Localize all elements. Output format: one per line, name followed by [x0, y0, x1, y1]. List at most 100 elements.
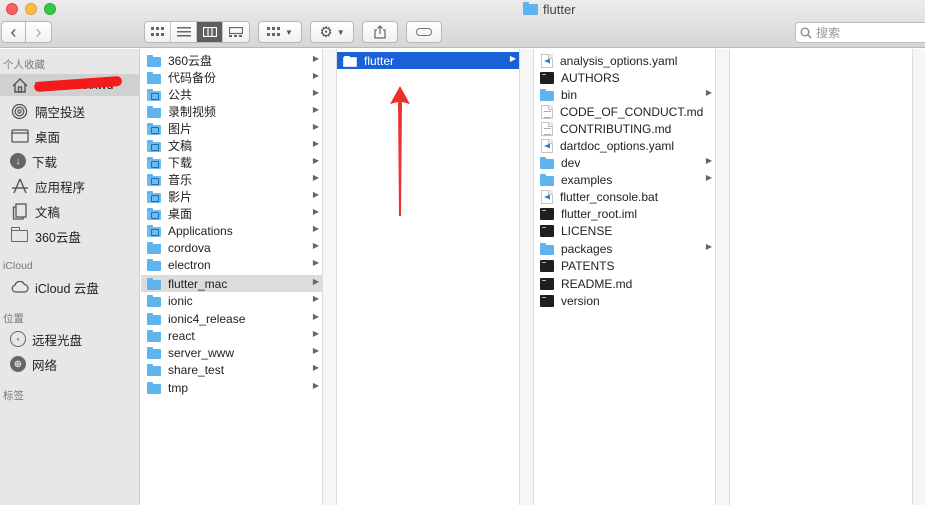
action-menu-button[interactable]: ⚙ ▼: [310, 21, 354, 43]
folder-icon: [147, 71, 161, 84]
disclosure-arrow-icon: ▶: [312, 88, 319, 97]
list-item[interactable]: server_www ▶: [141, 344, 322, 361]
column-divider[interactable]: [913, 49, 925, 505]
sidebar-item-desktop[interactable]: 桌面: [10, 125, 138, 147]
list-item[interactable]: CODE_OF_CONDUCT.md: [534, 103, 715, 120]
home-icon: [10, 77, 29, 93]
forward-button[interactable]: ›: [25, 21, 52, 43]
list-item[interactable]: analysis_options.yaml: [534, 52, 715, 69]
list-item[interactable]: tmp ▶: [141, 379, 322, 396]
search-field[interactable]: [795, 22, 925, 43]
list-item[interactable]: dartdoc_options.yaml: [534, 137, 715, 154]
folder-icon: [147, 173, 161, 186]
list-item[interactable]: 下载 ▶: [141, 154, 322, 171]
disclosure-arrow-icon: ▶: [312, 105, 319, 114]
list-item[interactable]: react ▶: [141, 327, 322, 344]
disclosure-arrow-icon: ▶: [705, 242, 712, 251]
list-item[interactable]: electron ▶: [141, 256, 322, 273]
sidebar-item-network[interactable]: ⊕ 网络: [10, 353, 138, 375]
document-icon: [10, 202, 29, 220]
disclosure-arrow-icon: ▶: [312, 277, 319, 286]
list-view-button[interactable]: [171, 22, 197, 42]
list-item-selected[interactable]: flutter_mac ▶: [141, 275, 322, 292]
sidebar-item-label: 下载: [32, 155, 58, 170]
list-item[interactable]: 公共 ▶: [141, 86, 322, 103]
vscode-file-icon: [541, 189, 553, 204]
list-item[interactable]: PATENTS: [534, 257, 715, 274]
grid-icon: [150, 27, 164, 36]
minimize-window-button[interactable]: [25, 3, 37, 15]
list-item[interactable]: 360云盘 ▶: [141, 52, 322, 69]
column-divider[interactable]: [323, 49, 336, 505]
sidebar-item-label: iCloud 云盘: [35, 281, 99, 296]
list-item[interactable]: 文稿 ▶: [141, 137, 322, 154]
list-item[interactable]: 音乐 ▶: [141, 171, 322, 188]
folder-icon: [147, 190, 161, 203]
disclosure-arrow-icon: ▶: [312, 156, 319, 165]
toolbar: flutter ‹ › ▼ ⚙ ▼: [0, 0, 925, 48]
search-input[interactable]: [816, 25, 916, 40]
list-item[interactable]: cordova ▶: [141, 239, 322, 256]
folder-icon: [147, 258, 161, 271]
sidebar-item-downloads[interactable]: ↓ 下载: [10, 150, 138, 172]
network-icon: ⊕: [10, 356, 26, 372]
list-item[interactable]: AUTHORS: [534, 69, 715, 86]
gallery-view-button[interactable]: [223, 22, 249, 42]
markdown-file-icon: [541, 121, 553, 136]
sidebar-item-remote-disc[interactable]: ◦ 远程光盘: [10, 328, 138, 350]
sidebar-item-label: 隔空投送: [35, 105, 86, 120]
list-item[interactable]: LICENSE: [534, 222, 715, 239]
list-item[interactable]: version: [534, 292, 715, 309]
disclosure-arrow-icon: ▶: [705, 88, 712, 97]
list-item[interactable]: share_test ▶: [141, 361, 322, 378]
folder-icon: [147, 277, 161, 290]
list-item[interactable]: CONTRIBUTING.md: [534, 120, 715, 137]
folder-icon: [147, 241, 161, 254]
list-item[interactable]: 录制视频 ▶: [141, 103, 322, 120]
arrange-menu-button[interactable]: ▼: [258, 21, 302, 43]
markdown-file-icon: [541, 104, 553, 119]
airdrop-icon: [10, 103, 29, 119]
grid-icon: [267, 27, 281, 36]
list-item[interactable]: 图片 ▶: [141, 120, 322, 137]
folder-icon: [540, 173, 554, 186]
list-item[interactable]: flutter_console.bat: [534, 188, 715, 205]
list-item[interactable]: ionic4_release ▶: [141, 310, 322, 327]
executable-icon: [540, 224, 554, 237]
folder-icon: [147, 363, 161, 376]
list-item[interactable]: examples ▶: [534, 171, 715, 188]
tags-button[interactable]: [406, 21, 442, 43]
column-divider[interactable]: [520, 49, 533, 505]
list-item-selected[interactable]: flutter ▶: [337, 52, 519, 69]
list-item[interactable]: packages ▶: [534, 240, 715, 257]
column-view-button[interactable]: [197, 22, 223, 42]
list-item[interactable]: 影片 ▶: [141, 188, 322, 205]
browser-column-flutter: analysis_options.yaml AUTHORS bin ▶ CODE_…: [533, 49, 716, 505]
columns-icon: [202, 27, 217, 37]
list-item[interactable]: bin ▶: [534, 86, 715, 103]
list-item[interactable]: 桌面 ▶: [141, 205, 322, 222]
sidebar-item-documents[interactable]: 文稿: [10, 200, 138, 222]
share-button[interactable]: [362, 21, 398, 43]
list-item[interactable]: Applications ▶: [141, 222, 322, 239]
sidebar-section-tags: 标签: [3, 390, 24, 402]
back-button[interactable]: ‹: [1, 21, 26, 43]
list-item[interactable]: dev ▶: [534, 154, 715, 171]
list-item[interactable]: flutter_root.iml: [534, 205, 715, 222]
sidebar-item-icloud-drive[interactable]: iCloud 云盘: [10, 276, 138, 298]
close-window-button[interactable]: [6, 3, 18, 15]
disclosure-arrow-icon: ▶: [312, 190, 319, 199]
list-item[interactable]: ionic ▶: [141, 292, 322, 309]
cloud-icon: [10, 279, 29, 295]
chevron-down-icon: ▼: [336, 27, 345, 37]
sidebar-item-360-cloud[interactable]: 360云盘: [10, 225, 138, 247]
sidebar-item-applications[interactable]: 应用程序: [10, 175, 138, 197]
zoom-window-button[interactable]: [44, 3, 56, 15]
sidebar-item-airdrop[interactable]: 隔空投送: [10, 100, 138, 122]
icon-view-button[interactable]: [145, 22, 171, 42]
disclosure-arrow-icon: ▶: [312, 346, 319, 355]
executable-icon: [540, 277, 554, 290]
column-divider[interactable]: [716, 49, 729, 505]
list-item[interactable]: README.md: [534, 275, 715, 292]
list-item[interactable]: 代码备份 ▶: [141, 69, 322, 86]
